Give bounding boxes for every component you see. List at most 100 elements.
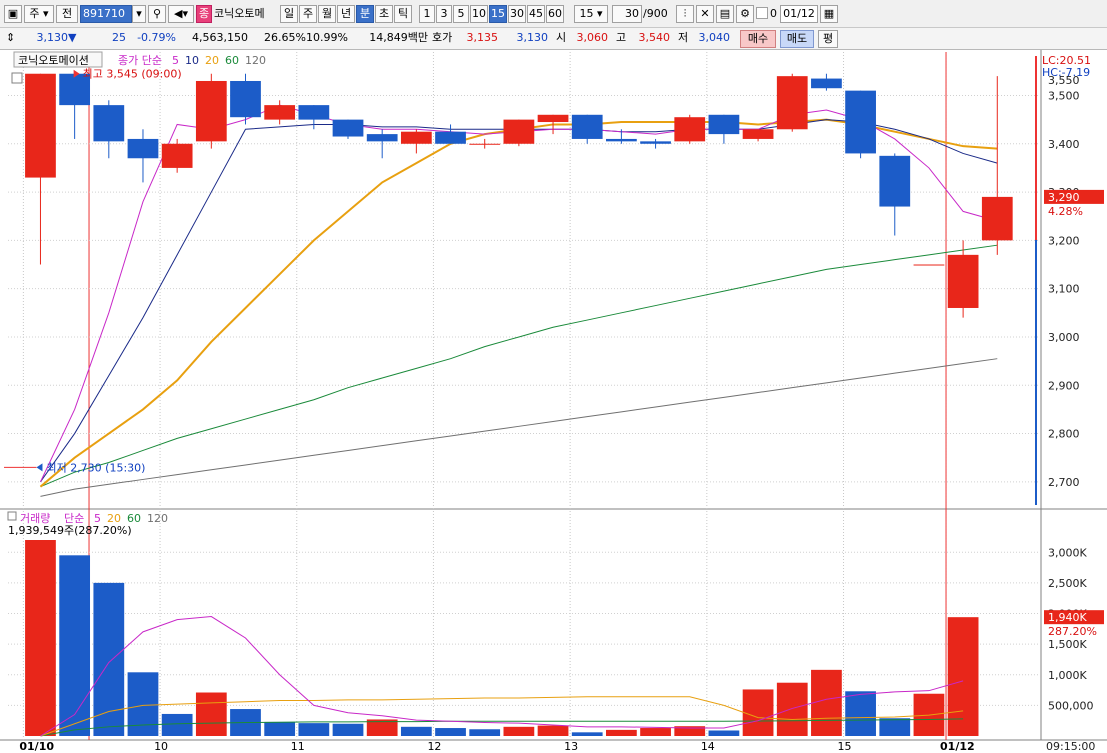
period-button-2[interactable]: 월 [318,5,336,23]
volume: 4,563,150 [192,31,248,44]
candle-body [811,78,842,89]
calendar-icon[interactable]: ▦ [820,5,838,23]
ask-label: 호가 [432,31,453,44]
volume-tick-label: 3,000K [1048,546,1087,559]
quote-expand-icon[interactable]: ⇕ [6,30,15,46]
bid-price: 3,130 [516,31,549,44]
candle-body [298,105,330,120]
candle-body [127,138,159,159]
volume-bar [469,729,501,736]
change-arrow: ▼ [68,31,77,44]
volume-info: 1,939,549주(287.20%) [8,524,132,537]
sync-checkbox[interactable] [756,7,768,19]
candle-body [264,105,296,120]
turnover-ratio: 10.99% [306,31,348,44]
period-button-1[interactable]: 주 [299,5,317,23]
low-annotation: 최저 2,730 (15:30) [46,461,145,474]
interval-button-15[interactable]: 15 [489,5,507,23]
candle-body [571,114,603,139]
interval-button-1[interactable]: 1 [419,5,435,23]
volume-bar [161,713,193,736]
interval-button-10[interactable]: 10 [470,5,488,23]
candle-body [981,196,1013,241]
candle-body [708,114,740,135]
candle-body [230,80,261,118]
draw-tool-icon[interactable]: ✕ [696,5,714,23]
interval-button-3[interactable]: 3 [436,5,452,23]
volume-tick-label: 1,000K [1048,669,1087,682]
y-tick-label: 2,700 [1048,476,1080,489]
candle-body [742,129,774,139]
volume-bar [400,726,432,736]
current-price: 3,130 [36,31,69,44]
chart-menu-icon[interactable]: ▣ [4,5,22,23]
code-dropdown-icon[interactable]: ▾ [132,5,146,23]
candle-body [776,76,808,130]
candle-body [845,90,876,154]
save-icon[interactable]: ▤ [716,5,734,23]
current-volume-label: 1,940K [1048,611,1087,624]
ask-price: 3,135 [466,31,499,44]
volume-tick-label: 500,000 [1048,699,1094,712]
x-tick-label: 01/10 [19,740,54,753]
sell-button[interactable]: 매도 [780,30,814,48]
tab-day-select[interactable]: 주 ▾ [24,5,54,23]
period-button-3[interactable]: 년 [337,5,355,23]
interval-button-5[interactable]: 5 [453,5,469,23]
search-icon[interactable]: ⚲ [148,5,166,23]
stock-chart: 01/10 10 11 12 13 14 15 01/12 2,700 2,800 2,900 3,0… [0,50,1107,753]
current-price-label: 3,290 [1048,191,1080,204]
current-volume-pct: 287.20% [1048,625,1097,638]
y-tick-label: 3,400 [1048,138,1080,151]
interval-button-60[interactable]: 60 [546,5,564,23]
x-tick-label: 15 [838,740,852,753]
x-tick-label: 11 [291,740,305,753]
candle-body [537,114,569,123]
volume-bar [845,691,876,736]
volume-bar [332,723,364,736]
period-button-4[interactable]: 분 [356,5,374,23]
stock-name: 코닉오토메 [214,7,265,20]
current-price-pct: 4.28% [1048,205,1083,218]
volume-bar [640,728,671,736]
y-tick-label: 3,000 [1048,331,1080,344]
candle-body [879,155,911,207]
stock-code-input[interactable]: 891710 [80,5,132,23]
tab-all-button[interactable]: 전 [56,5,78,23]
high-label: 고 [616,31,627,44]
ma-legend-10: 10 [185,54,199,67]
interval-select[interactable]: 15 ▾ [574,5,608,23]
settings-gear-icon[interactable]: ⚙ [736,5,754,23]
y-tick-label: 3,200 [1048,234,1080,247]
x-tick-label: 12 [427,740,441,753]
stock-badge: 종 [196,5,212,23]
bar-count-total: /900 [643,7,668,20]
volume-bar [776,682,808,736]
buy-button[interactable]: 매수 [740,30,776,48]
volume-bar [606,729,637,736]
speaker-icon[interactable]: ◀▾ [168,5,194,23]
volume-bar [93,582,125,736]
ma-legend-5: 5 [172,54,179,67]
interval-button-45[interactable]: 45 [527,5,545,23]
volume-bar [25,540,56,736]
period-button-5[interactable]: 초 [375,5,393,23]
volume-legend-120: 120 [147,512,168,525]
bar-count-input[interactable]: 30 [612,5,642,23]
volume-bar [127,672,159,736]
eval-button[interactable]: 평 [818,30,838,48]
period-button-6[interactable]: 틱 [394,5,412,23]
interval-button-30[interactable]: 30 [508,5,526,23]
period-button-0[interactable]: 일 [280,5,298,23]
quote-bar: ⇕ 3,130 ▼ 25 -0.79% 4,563,150 26.65% 10.… [0,28,1107,50]
candle-type-icon[interactable]: ⫶ [676,5,694,23]
candle-body [640,141,671,144]
volume-bar [503,726,535,736]
high-price: 3,540 [638,31,671,44]
ma-legend-120: 120 [245,54,266,67]
x-tick-label: 14 [701,740,715,753]
trade-amount: 14,849백만 [369,31,428,44]
volume-bar [264,721,296,736]
date-input[interactable]: 01/12 [780,5,818,23]
volume-bar [811,669,842,736]
